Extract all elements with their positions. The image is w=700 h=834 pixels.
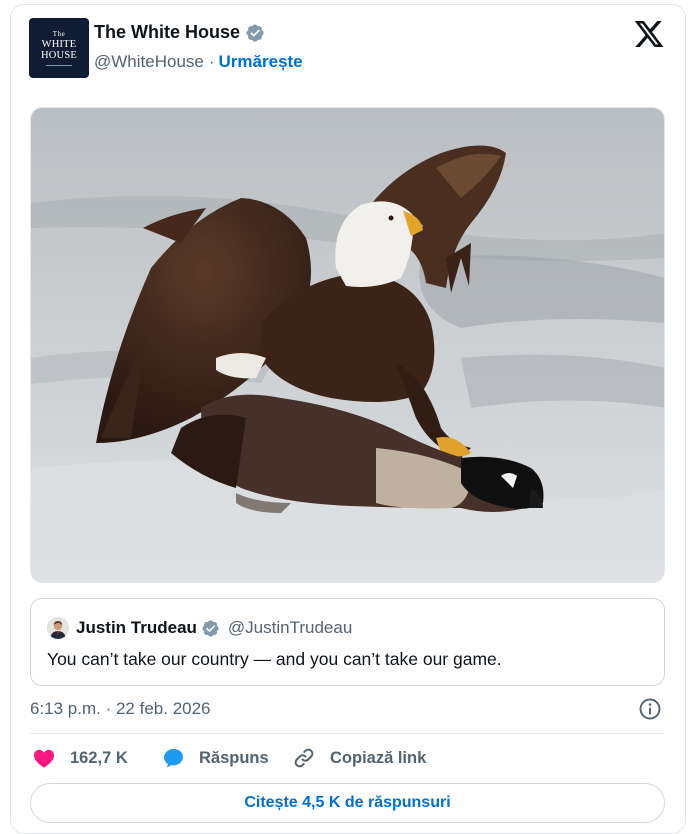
info-icon[interactable]	[638, 697, 662, 721]
avatar-logo-rule	[46, 65, 72, 66]
x-logo-icon[interactable]	[632, 18, 666, 50]
read-replies-button[interactable]: Citește 4,5 K de răspunsuri	[30, 783, 665, 823]
author-handle-row: @WhiteHouse · Urmărește	[94, 52, 303, 72]
tweet-photo[interactable]	[30, 107, 665, 583]
author-display-name[interactable]: The White House	[94, 22, 240, 43]
quoted-tweet[interactable]: Justin Trudeau @JustinTrudeau You can’t …	[30, 598, 665, 686]
tweet-timestamp[interactable]: 6:13 p.m. · 22 feb. 2026	[30, 699, 211, 719]
person-avatar-icon	[47, 617, 69, 639]
quoted-author-avatar[interactable]	[47, 617, 69, 639]
eagle-goose-photo	[31, 108, 664, 582]
quoted-author-name[interactable]: Justin Trudeau	[76, 618, 197, 638]
verified-badge-icon	[246, 23, 264, 42]
verified-badge-icon	[202, 619, 219, 637]
avatar-logo-text-the: The	[52, 30, 66, 38]
quoted-author-handle[interactable]: @JustinTrudeau	[228, 618, 352, 638]
author-name-row: The White House	[94, 22, 265, 43]
heart-icon	[34, 749, 54, 768]
follow-button[interactable]: Urmărește	[219, 52, 303, 72]
author-handle[interactable]: @WhiteHouse	[94, 52, 204, 72]
author-avatar[interactable]: The WHITE HOUSE	[29, 18, 89, 78]
quoted-tweet-header: Justin Trudeau @JustinTrudeau	[47, 617, 352, 639]
reply-button[interactable]: Răspuns	[161, 746, 269, 770]
avatar-logo-text-house: HOUSE	[40, 50, 77, 61]
like-button[interactable]: 162,7 K	[32, 746, 128, 770]
copy-link-label: Copiază link	[330, 748, 427, 767]
copy-link-button[interactable]: Copiază link	[292, 746, 426, 770]
handle-separator: ·	[208, 52, 215, 71]
reply-label: Răspuns	[199, 748, 269, 767]
link-icon	[294, 748, 314, 768]
divider	[30, 733, 665, 734]
quoted-tweet-text: You can’t take our country — and you can…	[47, 649, 502, 669]
reply-bubble-icon	[164, 749, 183, 768]
avatar-logo-text-white: WHITE	[41, 39, 77, 50]
like-count: 162,7 K	[70, 748, 128, 767]
